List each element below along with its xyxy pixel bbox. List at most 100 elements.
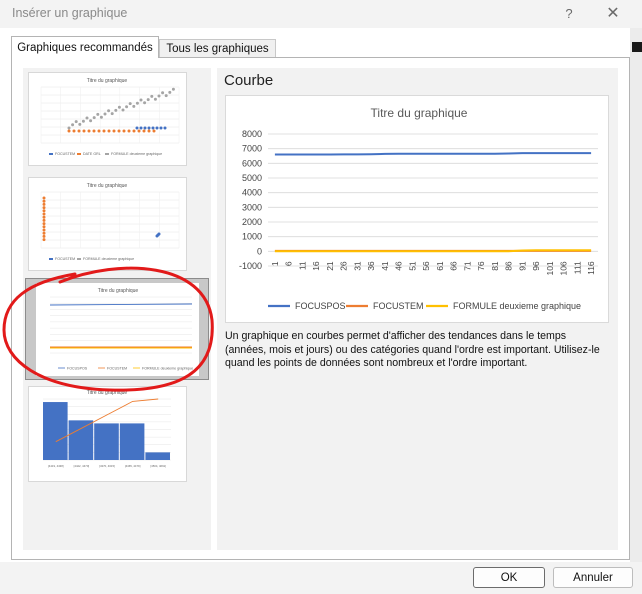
- legend-label: FORMULE deuxieme graphique: [453, 301, 581, 311]
- background-window-edge: [630, 28, 642, 562]
- x-tick-label: 61: [435, 261, 445, 271]
- data-point: [72, 129, 76, 133]
- legend-label: FOCUSTEM: [55, 152, 75, 156]
- legend-label: FORMULE deuxieme graphique: [111, 152, 162, 156]
- thumbnail-title: Titre du graphique: [98, 288, 139, 294]
- data-point: [121, 108, 125, 112]
- data-point: [147, 126, 151, 130]
- data-point: [78, 122, 82, 126]
- x-tick-label: 91: [517, 261, 527, 271]
- x-tick-label: 86: [504, 261, 514, 271]
- data-point: [74, 120, 78, 124]
- data-point: [42, 231, 46, 235]
- close-icon[interactable]: ✕: [600, 2, 626, 24]
- data-point: [42, 215, 46, 219]
- legend-swatch: [105, 153, 109, 155]
- data-point: [163, 126, 167, 130]
- x-tick-label: 111: [572, 261, 582, 274]
- thumbnail-title: Titre du graphique: [87, 183, 128, 189]
- series-line: [274, 152, 592, 156]
- background-window-edge-mark: [632, 42, 642, 52]
- data-point: [99, 115, 103, 119]
- data-point: [102, 129, 106, 133]
- data-point: [132, 104, 136, 108]
- data-point: [42, 234, 46, 238]
- data-point: [92, 129, 96, 133]
- x-tick-label: 96: [531, 261, 541, 271]
- data-point: [143, 101, 147, 105]
- data-point: [96, 112, 100, 116]
- x-tick-label: 56: [421, 261, 431, 271]
- recommended-charts-list[interactable]: Titre du graphique FOCUSTEM DATE GRL FORMU…: [23, 68, 211, 550]
- data-point: [157, 94, 161, 98]
- data-point: [42, 218, 46, 222]
- data-point: [114, 108, 118, 112]
- data-point: [127, 129, 131, 133]
- data-point: [139, 126, 143, 130]
- data-point: [157, 232, 161, 236]
- y-tick-label: 1000: [242, 232, 262, 242]
- legend-label: FORMULE deuxieme graphique: [83, 257, 134, 261]
- y-tick-label: 7000: [242, 144, 262, 154]
- y-tick-label: 0: [257, 246, 262, 256]
- x-tick-label: 106: [559, 261, 569, 275]
- dialog-footer: [0, 562, 642, 594]
- chart-type-description: Un graphique en courbes permet d'affiche…: [225, 330, 600, 370]
- dialog-title: Insérer un graphique: [12, 6, 128, 20]
- data-point: [107, 129, 111, 133]
- chart-thumbnail-line-selected[interactable]: Titre du graphique FOCUSPOS FOCUSTEM FORMU…: [25, 278, 209, 380]
- chart-thumbnail-pareto[interactable]: Titre du graphique [4419, 4438] [4422, 44…: [28, 386, 187, 482]
- series-line: [49, 303, 193, 306]
- data-point: [97, 129, 101, 133]
- x-tick-label: 31: [352, 261, 362, 271]
- histogram-bar: [94, 423, 119, 460]
- data-point: [128, 102, 132, 106]
- legend-label: FOCUSTEM: [55, 257, 75, 261]
- data-point: [112, 129, 116, 133]
- y-tick-label: 6000: [242, 158, 262, 168]
- legend-label: FOCUSTEM: [373, 301, 424, 311]
- legend-label: FOCUSPOS: [67, 366, 88, 370]
- histogram-bar: [119, 423, 145, 460]
- data-point: [85, 116, 89, 120]
- x-tick-label: 81: [490, 261, 500, 271]
- thumbnail-title: Titre du graphique: [87, 78, 128, 84]
- category-label: [4370, 4615]: [99, 464, 115, 468]
- tab-recommended-charts[interactable]: Graphiques recommandés: [11, 36, 159, 58]
- x-tick-label: 21: [325, 261, 335, 271]
- data-point: [42, 196, 46, 200]
- tab-all-charts[interactable]: Tous les graphiques: [159, 39, 276, 58]
- help-icon[interactable]: ?: [556, 2, 582, 24]
- data-point: [164, 94, 168, 98]
- ok-button[interactable]: OK: [473, 567, 545, 588]
- data-point: [168, 90, 172, 94]
- thumbnail-title: Titre du graphique: [87, 390, 128, 396]
- data-point: [42, 206, 46, 210]
- histogram-bar: [68, 420, 94, 460]
- data-point: [125, 105, 129, 109]
- data-point: [122, 129, 126, 133]
- legend-label: FORMULE deuxieme graphique: [142, 366, 193, 370]
- chart-thumbnail-scatter-2[interactable]: Titre du graphique FOCUSTEM FORMULE deuxi…: [28, 177, 187, 271]
- data-point: [42, 199, 46, 203]
- thumbnail-pareto-graphic: Titre du graphique [4419, 4438] [4422, 44…: [43, 390, 171, 468]
- data-point: [117, 129, 121, 133]
- y-tick-label: -1000: [239, 261, 262, 271]
- data-point: [42, 225, 46, 229]
- chart-thumbnail-scatter-1[interactable]: Titre du graphique FOCUSTEM DATE GRL FORMU…: [28, 72, 187, 166]
- data-point: [143, 126, 147, 130]
- data-point: [42, 222, 46, 226]
- category-label: [4465, 4479]: [125, 464, 141, 468]
- thumbnail-scatter-graphic: Titre du graphique FOCUSTEM FORMULE deuxi…: [40, 183, 180, 261]
- data-point: [146, 98, 150, 102]
- y-tick-label: 5000: [242, 173, 262, 183]
- data-point: [110, 112, 114, 116]
- cancel-button[interactable]: Annuler: [553, 567, 633, 588]
- data-point: [77, 129, 81, 133]
- x-tick-label: 51: [407, 261, 417, 271]
- y-tick-label: 3000: [242, 202, 262, 212]
- histogram-bar: [43, 402, 68, 460]
- data-point: [42, 228, 46, 232]
- legend-swatch: [77, 153, 81, 155]
- data-point: [155, 126, 159, 130]
